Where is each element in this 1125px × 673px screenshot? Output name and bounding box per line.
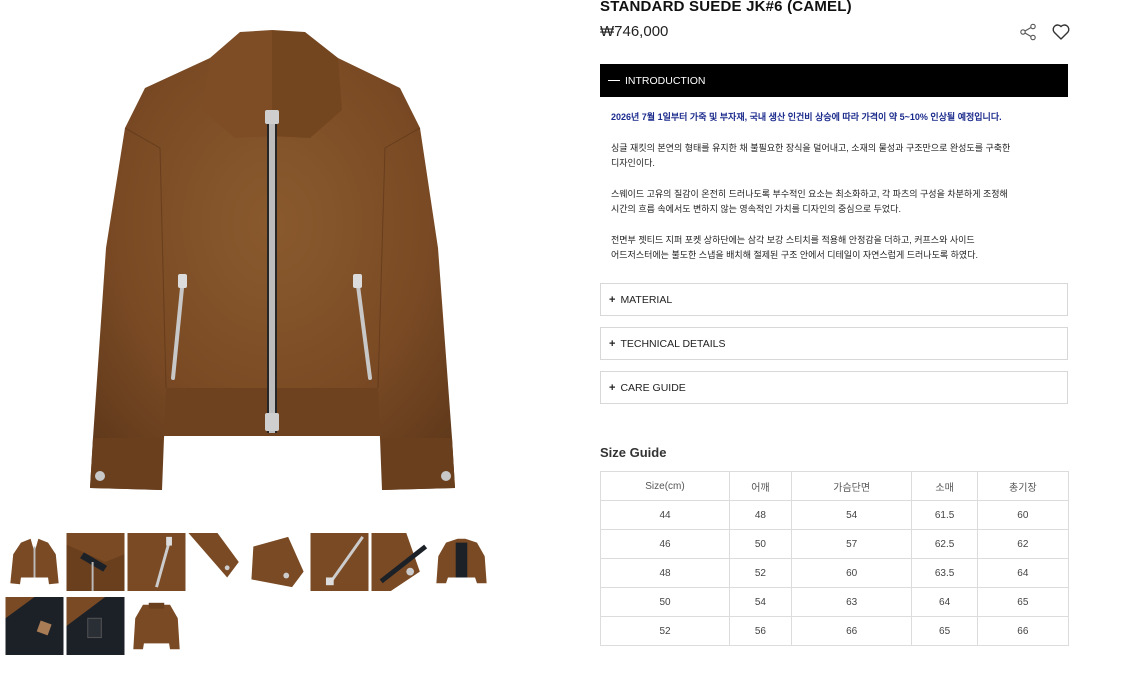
size-cell: 65: [976, 587, 1070, 617]
thumbnail-front[interactable]: [5, 533, 64, 591]
share-icon[interactable]: [1018, 22, 1038, 42]
size-cell: 64: [911, 587, 978, 617]
size-cell: 48: [729, 500, 792, 530]
size-cell: 50: [729, 529, 792, 559]
intro-paragraph-1: 싱글 재킷의 본연의 형태를 유지한 채 불필요한 장식을 덜어내고, 소재의 …: [611, 142, 1011, 169]
product-price: ₩746,000: [600, 23, 669, 40]
thumbnail-pocket[interactable]: [127, 533, 186, 591]
size-header-cell: 소매: [911, 471, 978, 501]
table-row: 48 52 60 63.5 64: [600, 558, 1070, 588]
table-row: 52 56 66 65 66: [600, 616, 1070, 646]
accordion-technical-label: TECHNICAL DETAILS: [620, 337, 726, 350]
size-cell: 52: [729, 558, 792, 588]
jacket-illustration: [90, 30, 455, 490]
accordion-technical-details[interactable]: + TECHNICAL DETAILS: [600, 327, 1068, 360]
thumbnail-sleeve[interactable]: [188, 533, 247, 591]
product-title: STANDARD SUEDE JK#6 (CAMEL): [600, 0, 852, 15]
plus-icon: +: [609, 337, 616, 350]
size-cell: 54: [790, 500, 913, 530]
size-cell: 60: [976, 500, 1070, 530]
thumbnail-open[interactable]: [432, 533, 491, 591]
size-header-cell: Size(cm): [600, 471, 730, 501]
size-cell: 63.5: [911, 558, 978, 588]
size-guide-table: Size(cm) 어깨 가슴단면 소매 총기장 44 48 54 61.5 60…: [600, 471, 1070, 646]
size-cell: 54: [729, 587, 792, 617]
size-cell: 48: [600, 558, 730, 588]
size-cell: 65: [911, 616, 978, 646]
table-row: 46 50 57 62.5 62: [600, 529, 1070, 559]
size-cell: 57: [790, 529, 913, 559]
intro-paragraph-2: 스웨이드 고유의 질감이 온전히 드러나도록 부수적인 요소는 최소화하고, 각…: [611, 188, 1008, 215]
thumbnail-cuff[interactable]: [249, 533, 308, 591]
size-cell: 66: [976, 616, 1070, 646]
size-cell: 44: [600, 500, 730, 530]
price-notice: 2026년 7월 1일부터 가죽 및 부자재, 국내 생산 인건비 상승에 따라…: [611, 112, 1002, 122]
table-row: 44 48 54 61.5 60: [600, 500, 1070, 530]
size-header-cell: 가슴단면: [790, 471, 913, 501]
size-cell: 63: [790, 587, 913, 617]
table-row: 50 54 63 64 65: [600, 587, 1070, 617]
size-cell: 64: [976, 558, 1070, 588]
introduction-label: INTRODUCTION: [625, 74, 706, 87]
size-cell: 62: [976, 529, 1070, 559]
size-cell: 50: [600, 587, 730, 617]
thumbnail-back[interactable]: [127, 597, 186, 655]
size-table-header-row: Size(cm) 어깨 가슴단면 소매 총기장: [600, 471, 1070, 501]
heart-icon[interactable]: [1051, 22, 1071, 42]
size-cell: 60: [790, 558, 913, 588]
size-cell: 56: [729, 616, 792, 646]
size-cell: 46: [600, 529, 730, 559]
thumbnail-zipper-detail[interactable]: [310, 533, 369, 591]
collapse-dash-icon: [608, 80, 620, 81]
size-header-cell: 어깨: [729, 471, 792, 501]
accordion-care-guide[interactable]: + CARE GUIDE: [600, 371, 1068, 404]
size-cell: 61.5: [911, 500, 978, 530]
introduction-content: 2026년 7월 1일부터 가죽 및 부자재, 국내 생산 인건비 상승에 따라…: [611, 110, 1051, 279]
thumbnail-collar[interactable]: [66, 533, 125, 591]
thumbnail-lining-label[interactable]: [5, 597, 64, 655]
plus-icon: +: [609, 381, 616, 394]
size-cell: 52: [600, 616, 730, 646]
accordion-material-label: MATERIAL: [620, 293, 673, 306]
accordion-care-label: CARE GUIDE: [620, 381, 686, 394]
introduction-header[interactable]: INTRODUCTION: [600, 64, 1068, 97]
thumbnail-inner-pocket[interactable]: [66, 597, 125, 655]
main-product-image[interactable]: [60, 18, 490, 508]
plus-icon: +: [609, 293, 616, 306]
intro-paragraph-3: 전면부 젯티드 지퍼 포켓 상하단에는 삼각 보강 스티치를 적용해 안정감을 …: [611, 234, 978, 261]
size-cell: 62.5: [911, 529, 978, 559]
accordion-material[interactable]: + MATERIAL: [600, 283, 1068, 316]
size-header-cell: 총기장: [976, 471, 1070, 501]
thumbnail-side-zip[interactable]: [371, 533, 430, 591]
size-cell: 66: [790, 616, 913, 646]
size-guide-title: Size Guide: [600, 445, 667, 460]
